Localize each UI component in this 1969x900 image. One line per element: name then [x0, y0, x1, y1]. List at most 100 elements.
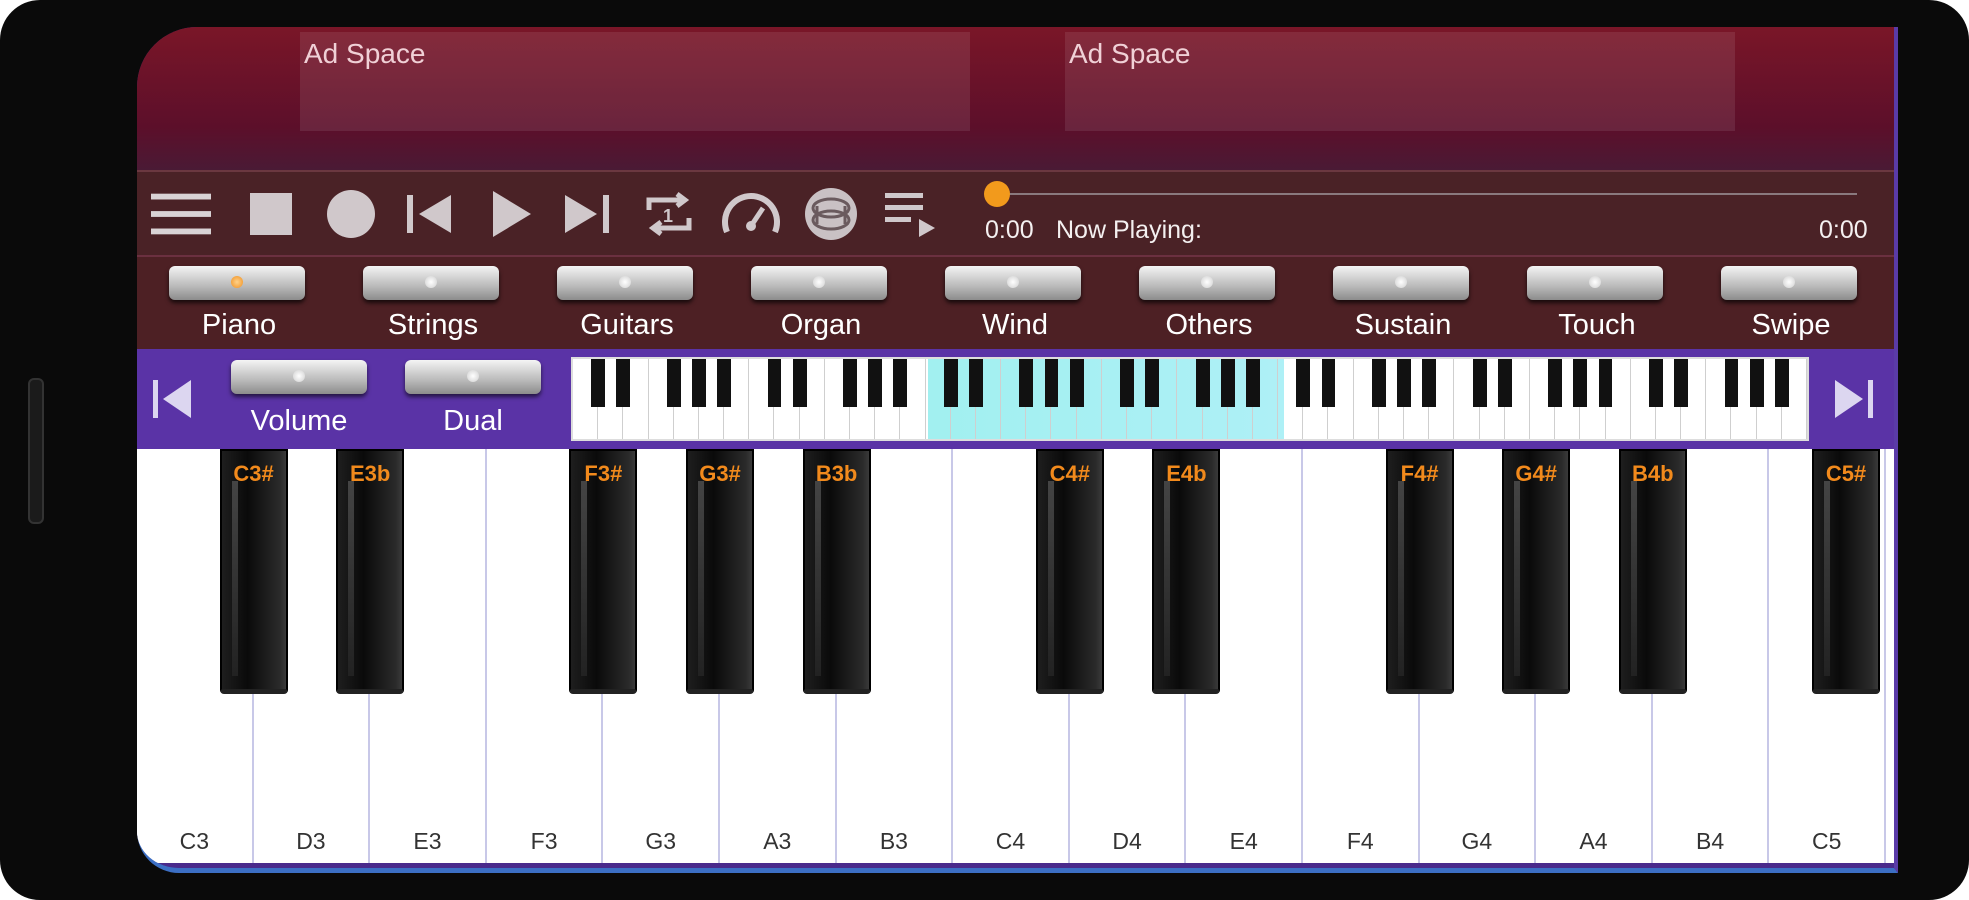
- black-key-highlight: [348, 481, 355, 676]
- ad-banner-area: Ad Space Ad Space: [137, 27, 1894, 170]
- mini-black-key: [969, 359, 983, 407]
- volume-button[interactable]: [231, 360, 367, 394]
- ad-space-left[interactable]: Ad Space: [300, 32, 970, 131]
- svg-text:1: 1: [663, 206, 673, 226]
- sustain-toggle[interactable]: Sustain: [1333, 257, 1473, 351]
- octave-right-icon[interactable]: [1823, 369, 1883, 429]
- instrument-label: Wind: [981, 309, 1049, 341]
- toggle-button[interactable]: [1721, 266, 1857, 300]
- led-icon: [1783, 276, 1795, 288]
- toggle-button[interactable]: [1527, 266, 1663, 300]
- mini-black-key: [1019, 359, 1034, 407]
- ad-space-right[interactable]: Ad Space: [1065, 32, 1735, 131]
- toggle-button[interactable]: [557, 266, 693, 300]
- black-key[interactable]: C5#: [1812, 449, 1880, 694]
- toggle-label: Sustain: [1354, 309, 1452, 341]
- instrument-piano[interactable]: Piano: [169, 257, 309, 351]
- mini-keyboard-overview[interactable]: [571, 357, 1809, 441]
- led-icon: [425, 276, 437, 288]
- playback-progress-bar[interactable]: [984, 181, 1857, 207]
- toggle-label: Touch: [1558, 309, 1636, 341]
- white-key-label: B3: [879, 828, 908, 854]
- mini-black-key: [1648, 359, 1663, 407]
- mini-black-key: [691, 359, 706, 407]
- mini-black-key: [1749, 359, 1764, 407]
- active-led-icon: [231, 276, 243, 288]
- loop-icon[interactable]: 1: [639, 186, 699, 242]
- black-key-label: B4b: [1632, 461, 1674, 486]
- white-key-label: F4: [1346, 828, 1374, 854]
- mini-black-key: [1774, 359, 1789, 407]
- toggle-button[interactable]: [169, 266, 305, 300]
- black-key[interactable]: F3#: [569, 449, 638, 694]
- mini-black-key: [1044, 359, 1059, 407]
- mini-black-key: [1674, 359, 1688, 407]
- mini-black-key: [1069, 359, 1084, 407]
- piano-keyboard: C3 D3 E3 F3 G3 A3 B3 C4 D4 E4 F4 G4 A4 B4 C5 C3# E3b F3# G…: [137, 449, 1894, 863]
- black-key[interactable]: C4#: [1035, 449, 1104, 694]
- mini-black-key: [767, 359, 782, 407]
- octave-left-icon[interactable]: [143, 369, 203, 429]
- white-key-label: A3: [763, 828, 792, 854]
- toggle-button[interactable]: [751, 266, 887, 300]
- toggle-button[interactable]: [945, 266, 1081, 300]
- playlist-icon[interactable]: [881, 186, 941, 242]
- toggle-button[interactable]: [1333, 266, 1469, 300]
- mini-black-key: [1573, 359, 1588, 407]
- black-key-label: C4#: [1049, 461, 1090, 486]
- mini-black-key: [1195, 359, 1210, 407]
- white-key-label: C4: [995, 828, 1026, 854]
- black-key-highlight: [1047, 481, 1054, 676]
- current-time: 0:00: [985, 216, 1034, 244]
- black-key[interactable]: C3#: [219, 449, 288, 694]
- toggle-button[interactable]: [363, 266, 499, 300]
- instrument-wind[interactable]: Wind: [945, 257, 1085, 351]
- black-key-label: F4#: [1400, 461, 1439, 486]
- transport-toolbar: 1 0:00 Now Playing: 0:00: [137, 170, 1894, 257]
- instrument-organ[interactable]: Organ: [751, 257, 891, 351]
- black-key[interactable]: E4b: [1152, 449, 1221, 694]
- black-key-label: E4b: [1166, 461, 1207, 486]
- progress-thumb[interactable]: [984, 181, 1010, 207]
- mini-black-key: [1548, 359, 1563, 407]
- black-key[interactable]: G3#: [686, 449, 754, 694]
- swipe-toggle[interactable]: Swipe: [1721, 257, 1861, 351]
- led-icon: [1395, 276, 1407, 288]
- record-icon[interactable]: [321, 186, 381, 242]
- black-key-label: B3b: [815, 461, 858, 486]
- instrument-label: Others: [1165, 309, 1253, 341]
- tempo-icon[interactable]: [721, 186, 781, 242]
- skip-forward-icon[interactable]: [557, 186, 617, 242]
- stop-icon[interactable]: [241, 186, 301, 242]
- instrument-others[interactable]: Others: [1139, 257, 1279, 351]
- dual-button[interactable]: [405, 360, 541, 394]
- play-icon[interactable]: [481, 186, 541, 242]
- black-key[interactable]: F4#: [1385, 449, 1454, 694]
- mini-black-key: [1321, 359, 1336, 407]
- black-key[interactable]: E3b: [336, 449, 405, 694]
- black-key-highlight: [1397, 481, 1404, 676]
- black-key-label: F3#: [584, 461, 623, 486]
- instrument-strings[interactable]: Strings: [363, 257, 503, 351]
- mini-black-key: [1497, 359, 1512, 407]
- mini-black-key: [868, 359, 883, 407]
- black-key-highlight: [1164, 481, 1171, 676]
- menu-icon[interactable]: [151, 186, 211, 242]
- black-key[interactable]: B4b: [1618, 449, 1687, 694]
- black-key-label: C3#: [233, 461, 274, 486]
- device-side-button: [28, 378, 44, 524]
- drum-icon[interactable]: [801, 186, 861, 242]
- dual-label: Dual: [443, 405, 503, 437]
- instrument-guitars[interactable]: Guitars: [557, 257, 697, 351]
- skip-back-icon[interactable]: [399, 186, 459, 242]
- black-key[interactable]: G4#: [1502, 449, 1571, 694]
- led-icon: [813, 276, 825, 288]
- black-key[interactable]: B3b: [802, 449, 871, 694]
- app-screen: Ad Space Ad Space 1 0:00 Now Playing: 0:…: [137, 27, 1898, 873]
- mini-black-key: [1246, 359, 1260, 407]
- instrument-label: Piano: [201, 309, 277, 341]
- toggle-button[interactable]: [1139, 266, 1275, 300]
- touch-toggle[interactable]: Touch: [1527, 257, 1667, 351]
- black-key-highlight: [1630, 481, 1637, 676]
- total-time: 0:00: [1819, 216, 1868, 244]
